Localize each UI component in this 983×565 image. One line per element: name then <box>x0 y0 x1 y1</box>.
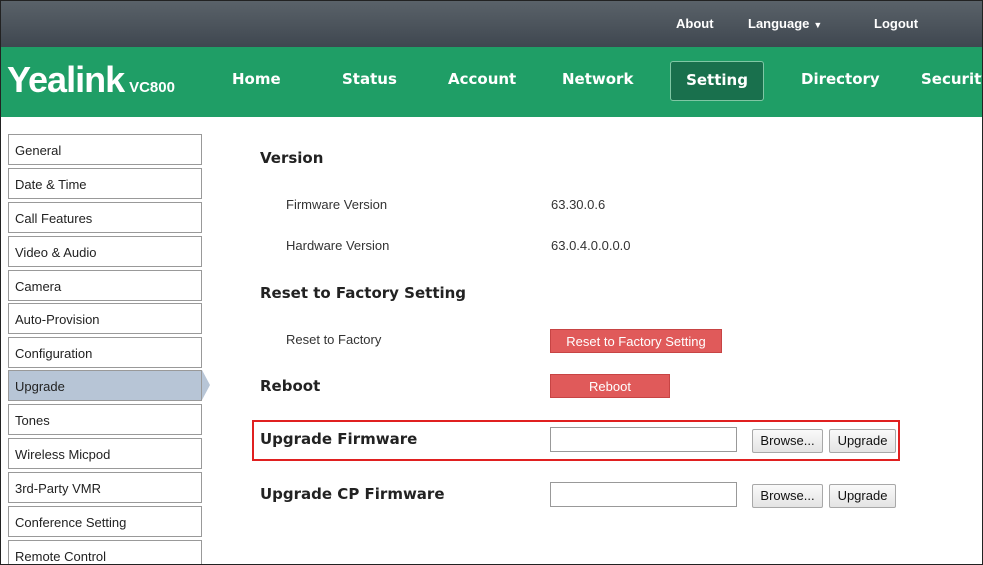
hardware-version-label: Hardware Version <box>286 238 390 253</box>
upgrade-cp-firmware-heading: Upgrade CP Firmware <box>260 485 445 503</box>
cp-firmware-file-field[interactable] <box>550 482 737 507</box>
sidebar-item-label: Video & Audio <box>15 245 97 260</box>
reboot-button[interactable]: Reboot <box>550 374 670 398</box>
sidebar-item-wireless-micpod[interactable]: Wireless Micpod <box>8 438 202 469</box>
sidebar-item-configuration[interactable]: Configuration <box>8 337 202 368</box>
browse-cp-button[interactable]: Browse... <box>752 484 823 508</box>
logo: Yealink VC800 <box>7 59 175 101</box>
about-link[interactable]: About <box>676 16 714 31</box>
nav-home[interactable]: Home <box>232 70 281 88</box>
reset-to-factory-label: Reset to Factory <box>286 332 382 347</box>
main-nav: Yealink VC800 Home Status Account Network… <box>1 47 982 117</box>
nav-setting[interactable]: Setting <box>670 61 764 101</box>
sidebar-item-remote-control[interactable]: Remote Control <box>8 540 202 564</box>
sidebar-item-label: Camera <box>15 279 62 294</box>
sidebar-item-conference-setting[interactable]: Conference Setting <box>8 506 202 537</box>
nav-security[interactable]: Security <box>921 70 982 88</box>
sidebar-item-label: Date & Time <box>15 177 87 192</box>
sidebar-item-date-time[interactable]: Date & Time <box>8 168 202 199</box>
nav-status[interactable]: Status <box>342 70 397 88</box>
reset-factory-button[interactable]: Reset to Factory Setting <box>550 329 722 353</box>
sidebar-item-general[interactable]: General <box>8 134 202 165</box>
language-label: Language <box>748 16 810 31</box>
sidebar-item-call-features[interactable]: Call Features <box>8 202 202 233</box>
logout-link[interactable]: Logout <box>874 16 918 31</box>
browse-button[interactable]: Browse... <box>752 429 823 453</box>
upgrade-button[interactable]: Upgrade <box>829 429 896 453</box>
sidebar-item-video-audio[interactable]: Video & Audio <box>8 236 202 267</box>
sidebar-item-upgrade[interactable]: Upgrade <box>8 370 202 401</box>
sidebar-item-label: 3rd-Party VMR <box>15 481 101 496</box>
nav-account[interactable]: Account <box>448 70 516 88</box>
firmware-file-field[interactable] <box>550 427 737 452</box>
nav-directory[interactable]: Directory <box>801 70 880 88</box>
upgrade-cp-button[interactable]: Upgrade <box>829 484 896 508</box>
sidebar-item-3rd-party-vmr[interactable]: 3rd-Party VMR <box>8 472 202 503</box>
reset-heading: Reset to Factory Setting <box>260 284 467 302</box>
firmware-version-label: Firmware Version <box>286 197 388 212</box>
sidebar-item-label: Wireless Micpod <box>15 447 111 462</box>
nav-network[interactable]: Network <box>562 70 633 88</box>
logo-brand: Yealink <box>7 59 125 100</box>
reboot-heading: Reboot <box>260 377 321 395</box>
language-menu[interactable]: Language ▼ <box>748 16 822 31</box>
hardware-version-value: 63.0.4.0.0.0.0 <box>551 238 631 253</box>
sidebar-item-label: Upgrade <box>15 379 65 394</box>
active-arrow-icon <box>202 370 210 400</box>
caret-down-icon: ▼ <box>813 20 823 30</box>
sidebar-item-label: Configuration <box>15 346 93 361</box>
sidebar-item-label: General <box>15 143 62 158</box>
sidebar-item-label: Conference Setting <box>15 515 127 530</box>
logo-model: VC800 <box>129 79 175 96</box>
sidebar-item-tones[interactable]: Tones <box>8 404 202 435</box>
firmware-version-value: 63.30.0.6 <box>551 197 606 212</box>
version-heading: Version <box>260 149 324 167</box>
upgrade-firmware-heading: Upgrade Firmware <box>260 430 418 448</box>
app-window: About Language ▼ Logout Yealink VC800 Home… <box>0 0 983 565</box>
sidebar-item-label: Auto-Provision <box>15 312 100 327</box>
top-bar: About Language ▼ Logout <box>1 1 982 47</box>
nav-setting-label: Setting <box>686 71 748 89</box>
sidebar-item-label: Remote Control <box>15 549 107 564</box>
sidebar-item-label: Tones <box>15 413 50 428</box>
sidebar-item-label: Call Features <box>15 211 93 226</box>
sidebar-item-auto-provision[interactable]: Auto-Provision <box>8 303 202 334</box>
sidebar-item-camera[interactable]: Camera <box>8 270 202 301</box>
